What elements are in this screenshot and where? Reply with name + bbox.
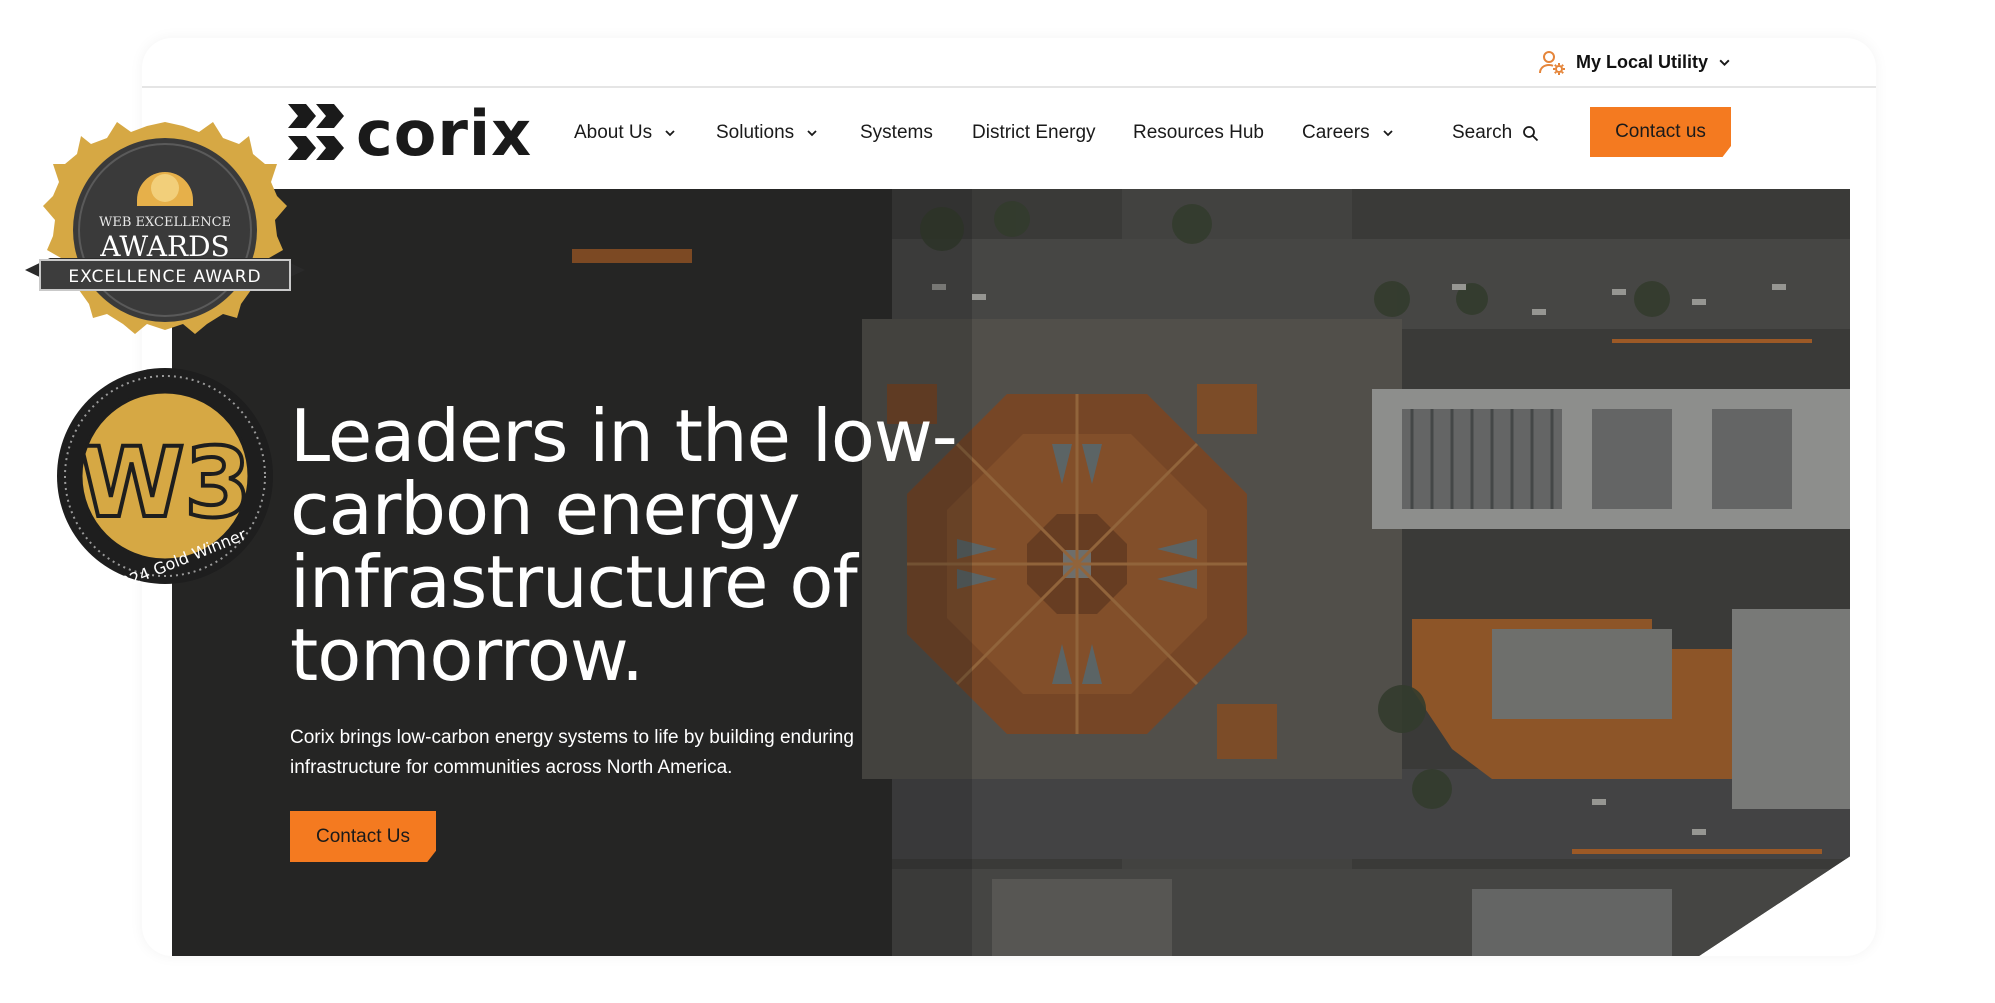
nav-label: Careers <box>1302 122 1370 143</box>
brand-wordmark: corix <box>356 97 533 170</box>
nav-label: About Us <box>574 122 653 143</box>
header-divider <box>142 86 1876 88</box>
chevron-down-icon <box>1718 56 1731 69</box>
nav-label: District Energy <box>972 122 1096 143</box>
nav-item-careers[interactable]: Careers <box>1302 116 1394 150</box>
web-excellence-award-badge: WEB EXCELLENCE AWARDS EXCELLENCE AWARD <box>25 122 305 334</box>
hero-contact-us-button[interactable]: Contact Us <box>290 811 436 862</box>
nav-label: Solutions <box>716 122 795 143</box>
chevron-down-icon <box>806 127 818 139</box>
hero-headline-line: tomorrow. <box>290 613 644 697</box>
hero-headline: Leaders in the low- carbon energy infras… <box>290 400 990 692</box>
search-button[interactable]: Search <box>1452 116 1539 150</box>
w3-logo-icon: W3 <box>79 427 252 539</box>
chevron-down-icon <box>1382 127 1394 139</box>
nav-item-systems[interactable]: Systems <box>860 116 933 150</box>
contact-us-button[interactable]: Contact us <box>1590 107 1731 157</box>
nav-item-resources-hub[interactable]: Resources Hub <box>1133 116 1264 150</box>
hero-subtext-line: Corix brings low-carbon energy systems t… <box>290 727 854 748</box>
my-local-utility-label: My Local Utility <box>1576 51 1709 72</box>
hero-subtext-line: infrastructure for communities across No… <box>290 757 733 778</box>
badge-ribbon: EXCELLENCE AWARD <box>68 267 261 287</box>
hero-headline-line: Leaders in the low- <box>290 394 958 478</box>
nav-label: Systems <box>860 122 933 143</box>
nav-item-solutions[interactable]: Solutions <box>716 116 818 150</box>
nav-item-about-us[interactable]: About Us <box>574 116 676 150</box>
hero-headline-line: infrastructure of <box>290 540 858 624</box>
hero-headline-line: carbon energy <box>290 467 800 551</box>
nav-item-district-energy[interactable]: District Energy <box>972 116 1096 150</box>
chevron-down-icon <box>664 127 676 139</box>
brand-logo[interactable]: corix <box>288 103 532 165</box>
search-label: Search <box>1452 122 1513 143</box>
badge-line1: WEB EXCELLENCE <box>99 215 231 230</box>
hero-subtext: Corix brings low-carbon energy systems t… <box>290 723 910 783</box>
my-local-utility-menu[interactable]: My Local Utility <box>1538 48 1731 76</box>
user-settings-icon <box>1538 48 1566 76</box>
search-icon <box>1522 125 1539 142</box>
w3-gold-winner-badge: W3 2024 Gold Winner <box>57 368 273 588</box>
nav-label: Resources Hub <box>1133 122 1264 143</box>
